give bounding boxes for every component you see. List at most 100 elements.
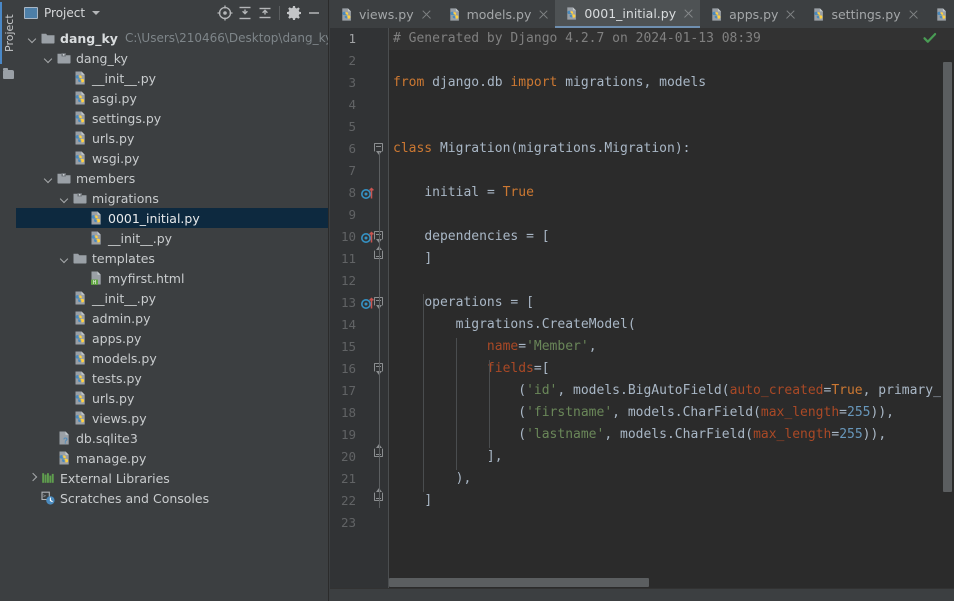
chevron-down-icon[interactable] <box>42 48 56 68</box>
code-line[interactable]: ), <box>389 468 472 490</box>
project-tree[interactable]: dang_ky C:\Users\210466\Desktop\dang_ky da… <box>16 26 328 508</box>
tree-arrow-spacer <box>58 368 72 388</box>
tree-node-urls-py[interactable]: urls.py <box>16 388 328 408</box>
tree-node-asgi-py[interactable]: asgi.py <box>16 88 328 108</box>
line-number: 5 <box>348 119 356 134</box>
code-editor[interactable]: 1 2 3 4 5 6 7 8 9 10 11 12 13 14 15 16 17 18 19 20 21 22 23 # … <box>330 28 954 601</box>
editor-tab-apps-py[interactable]: apps.py <box>700 0 802 28</box>
line-number: 20 <box>340 449 356 464</box>
vertical-scrollbar-thumb[interactable] <box>943 62 952 492</box>
folder-icon[interactable] <box>3 68 14 79</box>
chevron-down-icon[interactable] <box>42 168 56 188</box>
code-line[interactable]: initial = True <box>389 182 534 204</box>
close-icon[interactable] <box>421 9 432 20</box>
code-line[interactable]: migrations.CreateModel( <box>389 314 636 336</box>
python-file-icon <box>339 7 354 22</box>
code-line[interactable]: dependencies = [ <box>389 226 549 248</box>
tree-node-views-py[interactable]: views.py <box>16 408 328 428</box>
folder-package-icon <box>72 190 88 206</box>
tree-node-urls-py[interactable]: urls.py <box>16 128 328 148</box>
tree-node-settings-py[interactable]: settings.py <box>16 108 328 128</box>
code-line[interactable]: # Generated by Django 4.2.7 on 2024-01-1… <box>389 28 954 50</box>
line-number: 16 <box>340 361 356 376</box>
editor-tab-models-py[interactable]: models.py <box>438 0 556 28</box>
code-line[interactable] <box>389 512 393 534</box>
inspection-ok-check-icon[interactable] <box>922 30 938 46</box>
chevron-right-icon[interactable] <box>26 468 40 488</box>
tree-arrow-spacer <box>58 128 72 148</box>
code-line[interactable] <box>389 94 393 116</box>
tree-node-external-libraries[interactable]: External Libraries <box>16 468 328 488</box>
code-line[interactable] <box>389 270 393 292</box>
code-line[interactable]: ('lastname', models.CharField(max_length… <box>389 424 886 446</box>
code-line[interactable]: fields=[ <box>389 358 550 380</box>
tree-node-dang-ky[interactable]: dang_ky <box>16 48 328 68</box>
tree-node-0001-initial-py[interactable]: 0001_initial.py <box>16 208 328 228</box>
code-line[interactable]: ] <box>389 248 432 270</box>
code-line[interactable]: ('id', models.BigAutoField(auto_created=… <box>389 380 941 402</box>
close-icon[interactable] <box>785 9 796 20</box>
code-text-area[interactable]: # Generated by Django 4.2.7 on 2024-01-1… <box>389 28 954 601</box>
line-number: 12 <box>340 273 356 288</box>
code-line[interactable] <box>389 160 393 182</box>
overriding-member-gutter-icon[interactable] <box>361 230 375 244</box>
code-line[interactable]: operations = [ <box>389 292 534 314</box>
python-file-icon <box>811 7 826 22</box>
code-line[interactable]: name='Member', <box>389 336 597 358</box>
tree-node-models-py[interactable]: models.py <box>16 348 328 368</box>
select-opened-file-icon[interactable] <box>215 3 235 23</box>
close-icon[interactable] <box>683 8 694 19</box>
editor-gutter[interactable]: 1 2 3 4 5 6 7 8 9 10 11 12 13 14 15 16 17 18 19 20 21 22 23 <box>330 28 388 601</box>
tree-node-manage-py[interactable]: manage.py <box>16 448 328 468</box>
code-line[interactable]: ], <box>389 446 503 468</box>
overriding-member-gutter-icon[interactable] <box>361 296 375 310</box>
line-number: 15 <box>340 339 356 354</box>
expand-all-icon[interactable] <box>235 3 255 23</box>
editor-tab-views-py[interactable]: views.py <box>330 0 438 28</box>
close-icon[interactable] <box>538 9 549 20</box>
code-line[interactable]: class Migration(migrations.Migration): <box>389 138 690 160</box>
tree-node--init-py[interactable]: __init__.py <box>16 68 328 88</box>
tree-node-members[interactable]: members <box>16 168 328 188</box>
chevron-down-icon[interactable] <box>92 11 101 15</box>
tree-node-db-sqlite3[interactable]: ? db.sqlite3 <box>16 428 328 448</box>
tree-node-admin-py[interactable]: admin.py <box>16 308 328 328</box>
tree-node-myfirst-html[interactable]: Hmyfirst.html <box>16 268 328 288</box>
tree-node--init-py[interactable]: __init__.py <box>16 288 328 308</box>
editor-area: views.py models.py 0001_initial.py apps.py s… <box>330 0 954 601</box>
tree-node-scratches-and-consoles[interactable]: > Scratches and Consoles <box>16 488 328 508</box>
python-file-icon <box>88 210 104 226</box>
horizontal-scrollbar-thumb[interactable] <box>389 578 649 587</box>
code-line[interactable] <box>389 116 393 138</box>
chevron-down-icon[interactable] <box>26 28 40 48</box>
tree-node-tests-py[interactable]: tests.py <box>16 368 328 388</box>
tool-window-button-project[interactable]: Project <box>0 2 16 64</box>
chevron-down-icon[interactable] <box>58 248 72 268</box>
gear-icon[interactable] <box>284 3 304 23</box>
editor-tab-ma[interactable]: ma <box>925 0 954 28</box>
python-file-icon <box>72 90 88 106</box>
close-icon[interactable] <box>908 9 919 20</box>
code-line[interactable] <box>389 204 393 226</box>
chevron-down-icon[interactable] <box>58 188 72 208</box>
tree-node-apps-py[interactable]: apps.py <box>16 328 328 348</box>
code-line[interactable]: ] <box>389 490 432 512</box>
code-line[interactable] <box>389 50 393 72</box>
python-file-icon <box>72 350 88 366</box>
tree-node-label: manage.py <box>76 450 147 466</box>
editor-tab-settings-py[interactable]: settings.py <box>802 0 924 28</box>
minimize-icon[interactable] <box>304 3 324 23</box>
code-line[interactable]: from django.db import migrations, models <box>389 72 706 94</box>
tree-node-wsgi-py[interactable]: wsgi.py <box>16 148 328 168</box>
tree-node-templates[interactable]: templates <box>16 248 328 268</box>
svg-text:>: > <box>43 493 46 499</box>
tree-arrow-spacer <box>58 408 72 428</box>
tree-node-migrations[interactable]: migrations <box>16 188 328 208</box>
editor-tab-0001-initial-py[interactable]: 0001_initial.py <box>555 0 701 28</box>
python-file-icon <box>72 110 88 126</box>
overriding-member-gutter-icon[interactable] <box>361 186 375 200</box>
tree-node--init-py[interactable]: __init__.py <box>16 228 328 248</box>
tree-node-dang-ky[interactable]: dang_ky C:\Users\210466\Desktop\dang_ky <box>16 28 328 48</box>
code-line[interactable]: ('firstname', models.CharField(max_lengt… <box>389 402 894 424</box>
collapse-all-icon[interactable] <box>255 3 275 23</box>
